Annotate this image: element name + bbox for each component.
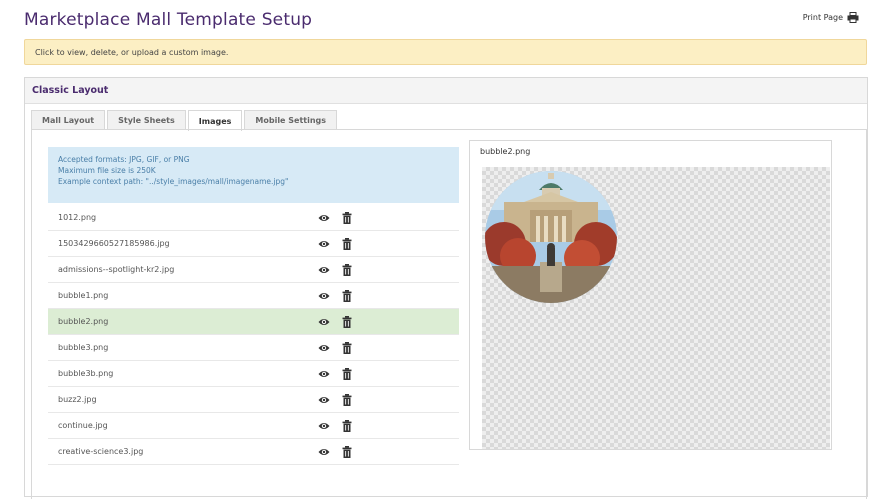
- printer-icon: [847, 12, 859, 23]
- file-name[interactable]: bubble3b.png: [48, 369, 459, 378]
- file-row[interactable]: bubble3.png: [48, 335, 459, 361]
- file-name[interactable]: 1503429660527185986.jpg: [48, 239, 459, 248]
- file-row[interactable]: creative-science3.jpg: [48, 439, 459, 465]
- tab-images[interactable]: Images: [187, 110, 243, 131]
- layout-panel: Classic Layout Mall Layout Style Sheets …: [24, 77, 868, 499]
- image-file-list: 1012.png 1503429660527185986.jpg admission…: [48, 205, 459, 465]
- trash-icon[interactable]: [341, 446, 353, 458]
- formats-line: Accepted formats: JPG, GIF, or PNG: [58, 155, 190, 164]
- file-name[interactable]: admissions--spotlight-kr2.jpg: [48, 265, 459, 274]
- file-row[interactable]: buzz2.jpg: [48, 387, 459, 413]
- trash-icon[interactable]: [341, 420, 353, 432]
- max-size-line: Maximum file size is 250K: [58, 166, 156, 175]
- trash-icon[interactable]: [341, 212, 353, 224]
- file-row[interactable]: bubble1.png: [48, 283, 459, 309]
- trash-icon[interactable]: [341, 316, 353, 328]
- print-page-label: Print Page: [802, 13, 843, 22]
- file-row[interactable]: admissions--spotlight-kr2.jpg: [48, 257, 459, 283]
- eye-icon[interactable]: [318, 394, 330, 406]
- eye-icon[interactable]: [318, 446, 330, 458]
- accepted-formats-box: Accepted formats: JPG, GIF, or PNG Maxim…: [48, 147, 459, 203]
- preview-canvas: [482, 167, 830, 449]
- trash-icon[interactable]: [341, 342, 353, 354]
- trash-icon[interactable]: [341, 238, 353, 250]
- preview-filename: bubble2.png: [480, 147, 531, 156]
- eye-icon[interactable]: [318, 290, 330, 302]
- page-title: Marketplace Mall Template Setup: [24, 10, 313, 30]
- panel-header: Classic Layout: [25, 78, 867, 104]
- tab-bar: Mall Layout Style Sheets Images Mobile S…: [31, 110, 339, 131]
- context-path-line: Example context path: "../style_images/m…: [58, 177, 289, 186]
- trash-icon[interactable]: [341, 368, 353, 380]
- eye-icon[interactable]: [318, 238, 330, 250]
- trash-icon[interactable]: [341, 264, 353, 276]
- trash-icon[interactable]: [341, 290, 353, 302]
- tab-content: Accepted formats: JPG, GIF, or PNG Maxim…: [31, 129, 867, 499]
- file-row[interactable]: continue.jpg: [48, 413, 459, 439]
- file-row[interactable]: 1503429660527185986.jpg: [48, 231, 459, 257]
- eye-icon[interactable]: [318, 368, 330, 380]
- info-banner: Click to view, delete, or upload a custo…: [24, 39, 867, 65]
- file-row[interactable]: 1012.png: [48, 205, 459, 231]
- image-preview-panel: bubble2.png: [469, 140, 832, 450]
- tab-mobile-settings[interactable]: Mobile Settings: [244, 110, 338, 130]
- tab-mall-layout[interactable]: Mall Layout: [31, 110, 106, 130]
- file-name[interactable]: bubble1.png: [48, 291, 459, 300]
- file-row[interactable]: bubble2.png: [48, 309, 459, 335]
- file-name[interactable]: 1012.png: [48, 213, 459, 222]
- file-name[interactable]: bubble2.png: [48, 317, 459, 326]
- eye-icon[interactable]: [318, 212, 330, 224]
- trash-icon[interactable]: [341, 394, 353, 406]
- file-name[interactable]: buzz2.jpg: [48, 395, 459, 404]
- file-row[interactable]: bubble3b.png: [48, 361, 459, 387]
- eye-icon[interactable]: [318, 264, 330, 276]
- eye-icon[interactable]: [318, 342, 330, 354]
- file-name[interactable]: continue.jpg: [48, 421, 459, 430]
- file-name[interactable]: creative-science3.jpg: [48, 447, 459, 456]
- tab-style-sheets[interactable]: Style Sheets: [107, 110, 186, 130]
- print-page-link[interactable]: Print Page: [803, 12, 859, 23]
- file-name[interactable]: bubble3.png: [48, 343, 459, 352]
- eye-icon[interactable]: [318, 420, 330, 432]
- eye-icon[interactable]: [318, 316, 330, 328]
- preview-image: [485, 171, 617, 303]
